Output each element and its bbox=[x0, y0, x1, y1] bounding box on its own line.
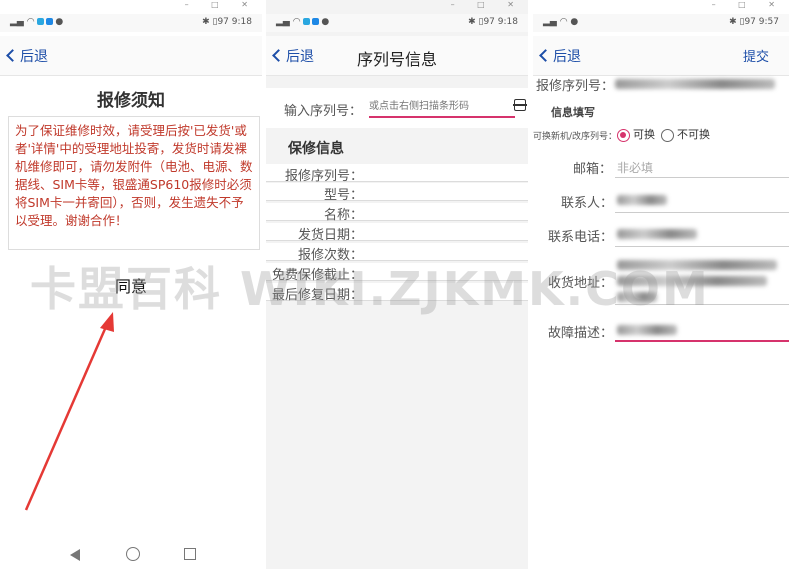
page-title: 报修须知 bbox=[97, 91, 165, 111]
window-controls[interactable]: – □ ✕ bbox=[712, 0, 785, 12]
redacted-value bbox=[617, 229, 697, 239]
phone-underline bbox=[615, 246, 789, 247]
battery-level: 97 bbox=[483, 17, 495, 27]
app-bar: 后退 提交 bbox=[533, 36, 789, 76]
radio-selected-icon bbox=[617, 128, 630, 142]
chevron-left-icon bbox=[539, 49, 552, 62]
contact-row: 联系人： bbox=[533, 190, 789, 214]
status-bar: ▂▄ ◠ ● ✱ ▯97 9:18 bbox=[0, 14, 262, 32]
phone-field[interactable] bbox=[617, 228, 697, 242]
fault-row: 故障描述： bbox=[533, 320, 789, 344]
radio-empty-icon bbox=[661, 128, 674, 142]
fault-field[interactable] bbox=[617, 324, 677, 338]
email-row: 邮箱： 非必填 bbox=[533, 156, 789, 178]
contact-field[interactable] bbox=[617, 194, 667, 208]
info-row: 报修序列号： bbox=[266, 164, 528, 184]
app-bar: 后退 bbox=[0, 36, 262, 76]
back-button[interactable]: 后退 bbox=[6, 46, 48, 66]
nav-recent-icon[interactable] bbox=[184, 548, 196, 560]
info-label: 最后修复日期： bbox=[271, 288, 363, 303]
status-right: ✱ ▯97 9:57 bbox=[729, 17, 779, 27]
repair-notice-screen: – □ ✕ ▂▄ ◠ ● ✱ ▯97 9:18 后退 报修须知 为了保证维修时效… bbox=[0, 0, 262, 569]
redacted-value bbox=[617, 276, 767, 286]
info-row: 免费保修截止： bbox=[266, 263, 528, 283]
nav-home-icon[interactable] bbox=[126, 547, 140, 561]
serial-label: 输入序列号： bbox=[284, 104, 363, 119]
address-label: 收货地址： bbox=[548, 276, 614, 291]
status-bar: ▂▄ ◠ ● ✱ ▯97 9:18 bbox=[266, 14, 528, 32]
scan-barcode-icon[interactable] bbox=[513, 99, 527, 111]
redacted-value bbox=[617, 260, 777, 270]
fault-label: 故障描述： bbox=[548, 326, 614, 341]
info-label: 免费保修截止： bbox=[271, 268, 363, 283]
address-underline bbox=[615, 304, 789, 305]
info-label: 报修序列号： bbox=[284, 169, 363, 184]
redacted-value bbox=[617, 325, 677, 335]
fault-underline bbox=[615, 340, 789, 342]
window-controls[interactable]: – □ ✕ bbox=[451, 0, 524, 12]
serial-info-screen: – □ ✕ ▂▄ ◠ ● ✱ ▯97 9:18 后退 序列号信息 输入序列号： … bbox=[266, 0, 528, 569]
warranty-section-title: 保修信息 bbox=[288, 141, 344, 157]
serial-row: 报修序列号： bbox=[533, 75, 789, 95]
info-row: 发货日期： bbox=[266, 223, 528, 243]
signal-icon: ▂▄ ◠ ● bbox=[276, 17, 330, 27]
nav-back-icon[interactable] bbox=[70, 549, 80, 561]
contact-underline bbox=[615, 212, 789, 213]
info-label: 报修次数： bbox=[297, 248, 363, 263]
app-bar: 后退 序列号信息 bbox=[266, 36, 528, 76]
status-right: ✱ ▯97 9:18 bbox=[468, 17, 518, 27]
phone-label: 联系电话： bbox=[548, 230, 614, 245]
serial-value bbox=[615, 78, 775, 92]
repair-notice-text: 为了保证维修时效，请受理后按'已发货'或者'详情'中的受理地址投寄，发货时请发裸… bbox=[8, 116, 260, 250]
info-row: 型号： bbox=[266, 183, 528, 203]
address-field[interactable] bbox=[617, 260, 777, 302]
chevron-left-icon bbox=[6, 49, 19, 62]
redacted-value bbox=[617, 292, 657, 302]
serial-input[interactable] bbox=[369, 96, 515, 118]
status-time: 9:18 bbox=[231, 17, 252, 27]
back-button[interactable]: 后退 bbox=[539, 46, 581, 66]
back-label: 后退 bbox=[553, 49, 581, 65]
contact-label: 联系人： bbox=[561, 196, 614, 211]
signal-icon: ▂▄ ◠ ● bbox=[543, 17, 579, 27]
radio-no[interactable]: 不可换 bbox=[661, 126, 710, 142]
serial-label: 报修序列号： bbox=[536, 79, 615, 94]
replace-label: 可换新机/改序列号： bbox=[533, 132, 618, 142]
serial-input-row: 输入序列号： bbox=[266, 88, 528, 128]
status-time: 9:18 bbox=[497, 17, 518, 27]
email-label: 邮箱： bbox=[573, 162, 613, 177]
repair-form-screen: – □ ✕ ▂▄ ◠ ● ✱ ▯97 9:57 后退 提交 报修序列号： 信息填… bbox=[533, 0, 789, 569]
address-row: 收货地址： bbox=[533, 258, 789, 306]
page-title: 序列号信息 bbox=[356, 50, 437, 69]
radio-yes-label: 可换 bbox=[633, 128, 655, 141]
status-time: 9:57 bbox=[758, 17, 779, 27]
battery-level: 97 bbox=[744, 17, 756, 27]
info-row: 最后修复日期： bbox=[266, 283, 528, 303]
radio-no-label: 不可换 bbox=[677, 128, 710, 141]
info-label: 型号： bbox=[323, 188, 363, 203]
annotation-arrow-icon bbox=[24, 312, 114, 511]
form-section-title: 信息填写 bbox=[551, 106, 595, 119]
back-label: 后退 bbox=[20, 49, 48, 65]
email-field[interactable]: 非必填 bbox=[617, 159, 653, 176]
status-bar: ▂▄ ◠ ● ✱ ▯97 9:57 bbox=[533, 14, 789, 32]
info-row: 报修次数： bbox=[266, 243, 528, 263]
agree-button[interactable]: 同意 bbox=[0, 273, 262, 297]
status-right: ✱ ▯97 9:18 bbox=[202, 17, 252, 27]
redacted-value bbox=[615, 79, 775, 89]
replace-row: 可换新机/改序列号： 可换 不可换 bbox=[533, 126, 789, 146]
radio-yes[interactable]: 可换 bbox=[617, 126, 655, 142]
submit-button[interactable]: 提交 bbox=[743, 46, 769, 65]
window-controls[interactable]: – □ ✕ bbox=[185, 0, 258, 12]
battery-level: 97 bbox=[217, 17, 229, 27]
android-nav-bar bbox=[0, 541, 262, 569]
phone-row: 联系电话： bbox=[533, 224, 789, 248]
email-underline bbox=[615, 177, 789, 178]
info-label: 名称： bbox=[323, 208, 363, 223]
info-row: 名称： bbox=[266, 203, 528, 223]
info-label: 发货日期： bbox=[297, 228, 363, 243]
redacted-value bbox=[617, 195, 667, 205]
signal-icon: ▂▄ ◠ ● bbox=[10, 17, 64, 27]
